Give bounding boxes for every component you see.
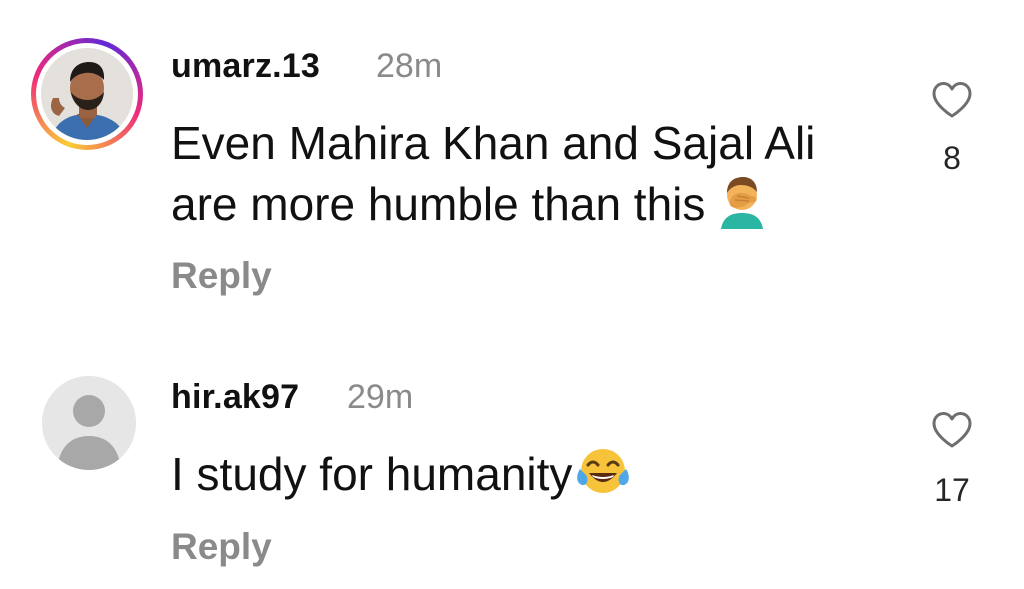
avatar[interactable]	[41, 48, 133, 140]
comment-username[interactable]: umarz.13	[171, 47, 320, 86]
comment-item: umarz.13 28m Even Mahira Khan and Sajal …	[0, 0, 1024, 320]
default-avatar-icon	[42, 376, 136, 470]
comment-text-line: are more humble than this	[171, 178, 706, 231]
comment-username[interactable]: hir.ak97	[171, 378, 299, 417]
like-count: 8	[943, 140, 961, 176]
reply-button[interactable]: Reply	[171, 255, 272, 297]
reply-button[interactable]: Reply	[171, 526, 272, 568]
avatar-story-ring[interactable]	[31, 38, 143, 150]
heart-outline-icon[interactable]	[931, 411, 973, 449]
comment-text-line-2: are more humble than this	[171, 173, 769, 243]
man-facepalming-emoji	[715, 173, 769, 243]
like-count: 17	[934, 472, 970, 508]
comment-item: hir.ak97 29m I study for humanity Reply …	[0, 320, 1024, 589]
comment-timestamp: 29m	[347, 378, 414, 416]
comment-text-line-1: I study for humanity	[171, 444, 632, 511]
comment-timestamp: 28m	[376, 47, 443, 85]
comment-text-line: I study for humanity	[171, 448, 573, 500]
comment-text-line: Even Mahira Khan and Sajal Ali	[171, 117, 816, 169]
avatar[interactable]	[42, 376, 136, 470]
heart-outline-icon[interactable]	[931, 81, 973, 119]
face-with-tears-of-joy-emoji	[574, 445, 632, 511]
